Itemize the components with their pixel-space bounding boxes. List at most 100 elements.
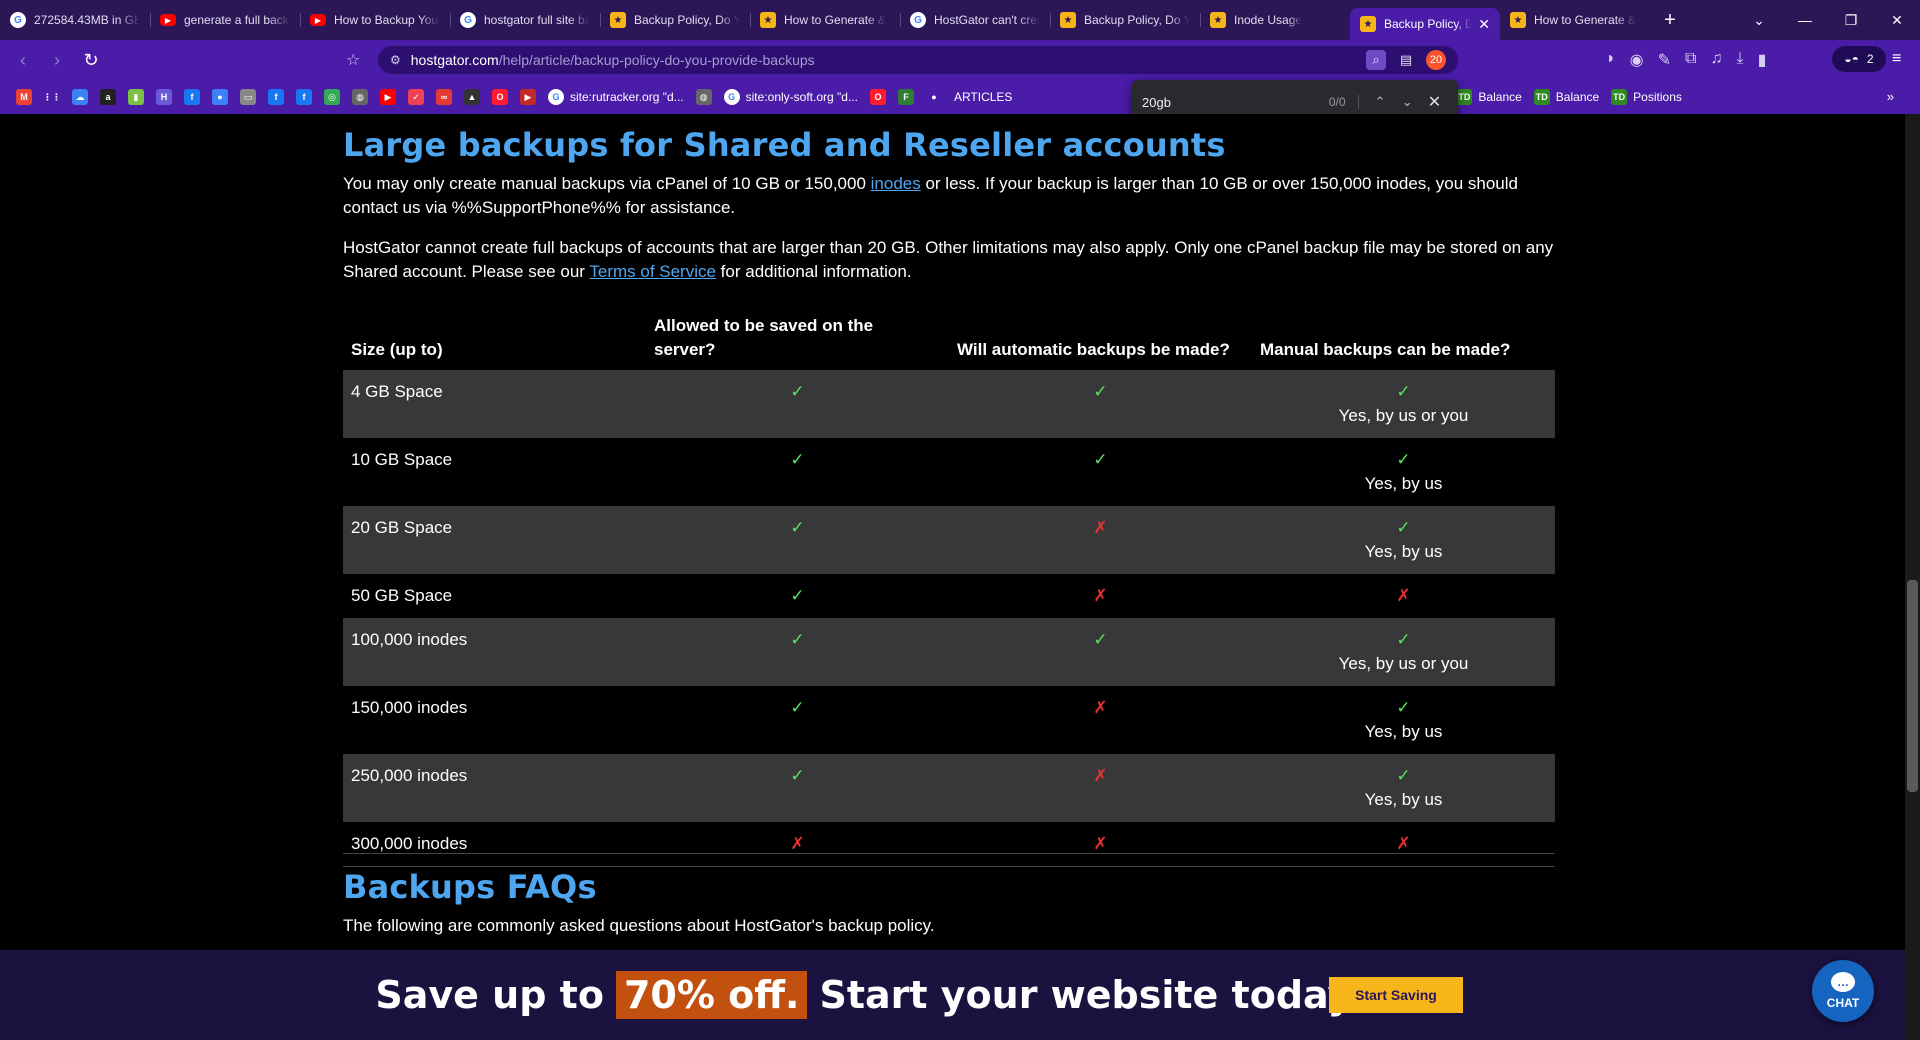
check-icon: ✓ bbox=[1396, 518, 1411, 537]
reload-button[interactable]: ↻ bbox=[74, 50, 108, 71]
terms-of-service-link[interactable]: Terms of Service bbox=[589, 262, 716, 281]
bookmark-item[interactable]: O bbox=[486, 89, 514, 105]
bookmark-item[interactable]: TD Balance bbox=[1450, 89, 1527, 105]
bookmark-item[interactable]: TD Positions bbox=[1605, 89, 1688, 105]
check-icon: ✓ bbox=[790, 450, 805, 469]
manual-cell: ✓ Yes, by us bbox=[1252, 438, 1555, 506]
extensions-puzzle-icon[interactable]: ⧉ bbox=[1685, 50, 1696, 70]
bookmark-item[interactable]: ◍ bbox=[690, 89, 718, 105]
scrollbar-track[interactable] bbox=[1905, 114, 1920, 1040]
allowed-cell: ✓ bbox=[646, 438, 949, 506]
tab-active[interactable]: ★Backup Policy, Do You✕ bbox=[1350, 8, 1500, 40]
table-row: 4 GB Space ✓ ✓ ✓ Yes, by us or you bbox=[343, 370, 1555, 438]
close-find-icon[interactable]: ✕ bbox=[1421, 92, 1448, 112]
check-icon: ✓ bbox=[1396, 450, 1411, 469]
bookmark-item[interactable]: ● bbox=[206, 89, 234, 105]
more-bookmarks-icon[interactable]: » bbox=[1887, 89, 1894, 104]
address-bar[interactable]: ⚙ hostgator.com/help/article/backup-poli… bbox=[378, 46, 1458, 74]
bookmark-item[interactable]: Gsite:rutracker.org "d... bbox=[542, 89, 690, 105]
tab[interactable]: ★Backup Policy, Do You bbox=[600, 5, 750, 35]
reader-mode-icon[interactable]: ▤ bbox=[1396, 50, 1416, 70]
new-tab-button[interactable]: + bbox=[1650, 9, 1690, 32]
page-content: Large backups for Shared and Reseller ac… bbox=[0, 114, 1920, 1040]
allowed-cell: ✓ bbox=[646, 574, 949, 618]
bookmark-item[interactable]: ⋮⋮ bbox=[38, 89, 66, 105]
tab[interactable]: ★ Inode Usage bbox=[1200, 5, 1350, 35]
bookmark-item[interactable]: ∞ bbox=[430, 89, 458, 105]
menu-icon[interactable]: ≡ bbox=[1892, 50, 1901, 68]
facebook-icon: f bbox=[184, 89, 200, 105]
forward-button[interactable]: › bbox=[40, 50, 74, 71]
tab[interactable]: ★ How to Generate & bbox=[750, 5, 900, 35]
promo-highlight: 70% off. bbox=[615, 971, 808, 1019]
bookmark-item[interactable]: ▮ bbox=[122, 89, 150, 105]
bookmark-item[interactable]: f bbox=[290, 89, 318, 105]
site-settings-icon[interactable]: ⚙ bbox=[390, 53, 401, 67]
hostgator-icon: ★ bbox=[1060, 12, 1076, 28]
find-in-page-icon[interactable]: ⌕ bbox=[1366, 50, 1386, 70]
tab[interactable]: ▶ How to Backup Your bbox=[300, 5, 450, 35]
profile-button[interactable]: ◒◓ 2 bbox=[1832, 46, 1886, 72]
bookmark-item[interactable]: ▲ bbox=[458, 89, 486, 105]
bookmark-item[interactable]: ✓ bbox=[402, 89, 430, 105]
chat-bubble-icon: … bbox=[1831, 972, 1855, 992]
bookmark-item[interactable]: f bbox=[178, 89, 206, 105]
download-icon[interactable]: ⤓ bbox=[1736, 50, 1743, 70]
bookmark-item[interactable]: ▶ bbox=[514, 89, 542, 105]
bookmark-item[interactable]: ◍ bbox=[346, 89, 374, 105]
google-icon: G bbox=[10, 12, 26, 28]
check-icon: ✓ bbox=[790, 518, 805, 537]
chat-button[interactable]: … CHAT bbox=[1812, 960, 1874, 1022]
bookmark-item[interactable]: ARTICLES bbox=[948, 90, 1018, 104]
td-icon: TD bbox=[1611, 89, 1628, 105]
cloud-icon: ☁ bbox=[72, 89, 88, 105]
find-previous-icon[interactable]: ⌃ bbox=[1367, 94, 1394, 110]
minimize-button[interactable]: — bbox=[1782, 12, 1828, 28]
find-next-icon[interactable]: ⌄ bbox=[1394, 94, 1421, 110]
restore-button[interactable]: ❐ bbox=[1828, 12, 1874, 29]
bookmark-item[interactable]: Gsite:only-soft.org "d... bbox=[718, 89, 864, 105]
find-input[interactable] bbox=[1142, 94, 1312, 110]
bookmark-item[interactable]: ▶ bbox=[374, 89, 402, 105]
tab-search-icon[interactable]: ⌄ bbox=[1736, 12, 1782, 29]
manual-note: Yes, by us bbox=[1364, 474, 1443, 493]
back-button[interactable]: ‹ bbox=[6, 50, 40, 71]
bookmark-item[interactable]: ☁ bbox=[66, 89, 94, 105]
check-icon: ✓ bbox=[1093, 630, 1108, 649]
bookmark-item[interactable]: a bbox=[94, 89, 122, 105]
bookmark-page-icon[interactable]: ☆ bbox=[346, 50, 360, 70]
tab[interactable]: G 272584.43MB in GB bbox=[0, 5, 150, 35]
hostgator-icon: ★ bbox=[1510, 12, 1526, 28]
gmail-icon: M bbox=[16, 89, 32, 105]
opera-icon: O bbox=[492, 89, 508, 105]
tab[interactable]: GHostGator can't create bbox=[900, 5, 1050, 35]
tab[interactable]: ★Backup Policy, Do You bbox=[1050, 5, 1200, 35]
tab-strip: G 272584.43MB in GB ▶ generate a full back… bbox=[0, 0, 1920, 40]
tab[interactable]: ★ How to Generate & bbox=[1500, 5, 1650, 35]
bookmark-item[interactable]: O bbox=[864, 89, 892, 105]
music-icon[interactable]: ♫ bbox=[1710, 50, 1722, 70]
bookmark-item[interactable]: H bbox=[150, 89, 178, 105]
sidebar-icon[interactable]: ▮ bbox=[1758, 50, 1767, 70]
extension-icon[interactable]: ◉ bbox=[1630, 50, 1644, 70]
hostgator-icon: ★ bbox=[1210, 12, 1226, 28]
inodes-link[interactable]: inodes bbox=[871, 174, 921, 193]
extension-icon[interactable]: ◗ bbox=[1606, 50, 1616, 70]
bookmark-item[interactable]: ▭ bbox=[234, 89, 262, 105]
bookmark-item[interactable]: ● bbox=[920, 89, 948, 105]
bookmark-item[interactable]: ◎ bbox=[318, 89, 346, 105]
extension-icon[interactable]: ✎ bbox=[1658, 50, 1671, 70]
bookmark-item[interactable]: f bbox=[262, 89, 290, 105]
bookmark-item[interactable]: F bbox=[892, 89, 920, 105]
folder-icon: ▭ bbox=[240, 89, 256, 105]
tab[interactable]: Ghostgator full site backup bbox=[450, 5, 600, 35]
scrollbar-thumb[interactable] bbox=[1907, 580, 1918, 792]
bookmark-item[interactable]: TD Balance bbox=[1528, 89, 1605, 105]
table-row: 300,000 inodes ✗ ✗ ✗ bbox=[343, 822, 1555, 867]
brave-shields-icon[interactable]: 20 bbox=[1426, 50, 1446, 70]
close-tab-icon[interactable]: ✕ bbox=[1472, 16, 1490, 33]
close-window-button[interactable]: ✕ bbox=[1874, 12, 1920, 29]
start-saving-button[interactable]: Start Saving bbox=[1329, 977, 1463, 1013]
bookmark-item[interactable]: M bbox=[10, 89, 38, 105]
tab[interactable]: ▶generate a full backup bbox=[150, 5, 300, 35]
